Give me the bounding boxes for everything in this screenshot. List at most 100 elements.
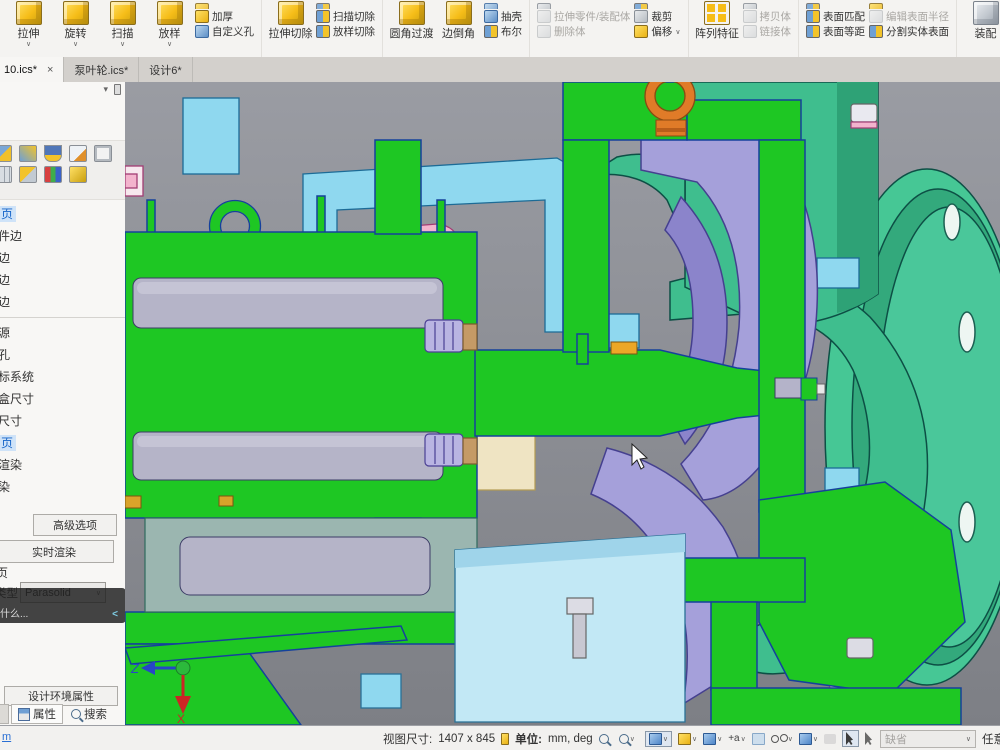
tree-item[interactable]: 边 xyxy=(0,269,125,291)
extrude-cut-icon xyxy=(278,1,304,25)
design-environment-properties-button[interactable]: 设计环境属性 xyxy=(4,686,118,706)
clipped-icon xyxy=(537,3,551,9)
boolean-button[interactable]: 布尔 xyxy=(484,24,522,39)
tab-pump-impeller[interactable]: 泵叶轮.ics* xyxy=(64,57,139,82)
status-bar: m 视图尺寸: 1407 x 845 单位: mm, deg ∨ ∨ ∨ ∨ +… xyxy=(0,725,1000,750)
display-mode-icon[interactable]: ∨ xyxy=(703,733,722,745)
clipped-icon xyxy=(869,3,883,9)
tab-search[interactable]: 搜索 xyxy=(65,704,113,724)
shaded-cube-icon[interactable]: ∨ xyxy=(799,733,818,745)
model-viewport[interactable]: Z X xyxy=(125,82,1000,725)
sweep-button[interactable]: 扫描 ∨ xyxy=(99,0,146,57)
thicken-button[interactable]: 加厚 xyxy=(195,9,254,24)
clipped-icon xyxy=(806,3,820,9)
tree-item[interactable]: 标系统 xyxy=(0,366,125,388)
tree-item[interactable]: 边 xyxy=(0,291,125,313)
tab-properties[interactable]: 属性 xyxy=(11,704,63,724)
custom-hole-button[interactable]: 自定义孔 xyxy=(195,24,254,39)
tree-item[interactable]: 件边 xyxy=(0,225,125,247)
search-icon xyxy=(71,709,81,719)
surface-match-button[interactable]: 表面匹配 xyxy=(806,9,865,24)
zoom-window-icon[interactable]: ∨ xyxy=(619,734,635,744)
rotate-view-icon[interactable] xyxy=(19,145,37,162)
offset-button[interactable]: 偏移∨ xyxy=(634,24,680,39)
axis-z-label: Z xyxy=(130,661,140,676)
shell-button[interactable]: 抽壳 xyxy=(484,9,522,24)
document-tab-bar: 10.ics* × 泵叶轮.ics* 设计6* xyxy=(0,57,1000,83)
advanced-options-button[interactable]: 高级选项 xyxy=(33,514,117,536)
trim-button[interactable]: 裁剪 xyxy=(634,9,680,24)
link-body-button[interactable]: 链接体 xyxy=(743,24,792,39)
extrude-button[interactable]: 拉伸 ∨ xyxy=(5,0,52,57)
offset-icon xyxy=(634,25,648,38)
loft-button[interactable]: 放样 ∨ xyxy=(146,0,193,57)
boolean-icon xyxy=(484,25,498,38)
tree-item[interactable]: 尺寸 xyxy=(0,410,125,432)
thicken-icon xyxy=(195,10,209,23)
part-box-icon[interactable] xyxy=(19,166,37,183)
axes-icon[interactable] xyxy=(44,166,62,183)
solid-part-icon[interactable] xyxy=(69,166,87,183)
tree-item[interactable]: 孔 xyxy=(0,344,125,366)
ribbon-group-pattern: 阵列特征 拷贝体 链接体 xyxy=(689,0,800,57)
frame-icon[interactable] xyxy=(94,145,112,162)
clipped-button xyxy=(316,0,375,9)
close-icon[interactable]: × xyxy=(47,64,53,76)
unit-value: mm, deg xyxy=(548,733,593,745)
clipped-button xyxy=(195,0,254,9)
surface-offset-button[interactable]: 表面等距 xyxy=(806,24,865,39)
realtime-render-button[interactable]: 实时渲染 xyxy=(0,540,114,563)
tree-item[interactable]: 染 xyxy=(0,476,125,498)
tree-item[interactable]: 页 xyxy=(0,432,125,454)
ribbon-toolbar: 拉伸 ∨ 旋转 ∨ 扫描 ∨ 放样 ∨ 加厚 自定义孔 拉伸切除 xyxy=(0,0,1000,58)
clipped-button xyxy=(634,0,680,9)
ribbon-group-assembly: 装配 解除装配 xyxy=(957,0,1000,57)
loft-cut-button[interactable]: 放样切除 xyxy=(316,24,375,39)
tree-item[interactable]: 页 xyxy=(0,203,125,225)
shield-icon[interactable] xyxy=(44,145,62,162)
assemble-button[interactable]: 装配 xyxy=(962,0,1000,57)
chamfer-button[interactable]: 边倒角 xyxy=(435,0,482,57)
annotation-icon[interactable]: +a∨ xyxy=(728,733,746,744)
split-solid-surface-button[interactable]: 分割实体表面 xyxy=(869,24,949,39)
clipped-tab[interactable] xyxy=(0,704,9,724)
tree-item[interactable]: 渲染 xyxy=(0,454,125,476)
chevron-down-icon[interactable]: ▾ xyxy=(103,84,108,95)
view-orientation-button[interactable]: ∨ xyxy=(645,731,672,747)
copy-body-button[interactable]: 拷贝体 xyxy=(743,9,792,24)
extrude-icon xyxy=(16,1,42,25)
chevron-down-icon: ∨ xyxy=(675,29,680,36)
properties-icon xyxy=(18,708,30,721)
edit-sketch-icon[interactable] xyxy=(69,145,87,162)
sweep-cut-button[interactable]: 扫描切除 xyxy=(316,9,375,24)
extrude-cut-button[interactable]: 拉伸切除 xyxy=(267,0,314,57)
render-mode-icon[interactable]: ∨ xyxy=(678,733,697,745)
watermark-link[interactable]: m xyxy=(2,731,11,743)
transparent-cube-icon[interactable] xyxy=(752,733,765,745)
tree-item[interactable]: 页 xyxy=(0,564,8,581)
sweep-cut-icon xyxy=(316,10,330,23)
tree-item[interactable]: 源 xyxy=(0,322,125,344)
tree-item[interactable]: 边 xyxy=(0,247,125,269)
pattern-feature-button[interactable]: 阵列特征 xyxy=(694,0,741,57)
extrude-part-assembly-button[interactable]: 拉伸零件/装配体 xyxy=(537,9,630,24)
pin-icon[interactable] xyxy=(114,84,121,95)
clipped-button xyxy=(537,0,630,9)
chevron-down-icon: ∨ xyxy=(26,41,31,48)
select-cursor-button[interactable] xyxy=(842,730,859,747)
display-settings-icon[interactable] xyxy=(0,145,12,162)
grid-icon[interactable] xyxy=(0,166,12,183)
cursor-icon[interactable] xyxy=(865,732,874,745)
fillet-button[interactable]: 圆角过渡 xyxy=(388,0,435,57)
delete-body-button[interactable]: 删除体 xyxy=(537,24,630,39)
clipped-icon xyxy=(484,3,498,9)
tree-item[interactable]: 盒尺寸 xyxy=(0,388,125,410)
zoom-in-icon[interactable] xyxy=(599,734,609,744)
tab-design6[interactable]: 设计6* xyxy=(139,57,192,82)
revolve-button[interactable]: 旋转 ∨ xyxy=(52,0,99,57)
edit-surface-radius-button[interactable]: 编辑表面半径 xyxy=(869,9,949,24)
view-size-label: 视图尺寸: xyxy=(383,731,432,747)
visibility-glasses-icon[interactable]: ∨ xyxy=(771,735,793,743)
tab-10ics[interactable]: 10.ics* × xyxy=(0,57,64,82)
preset-select[interactable]: 缺省 ∨ xyxy=(880,730,976,748)
